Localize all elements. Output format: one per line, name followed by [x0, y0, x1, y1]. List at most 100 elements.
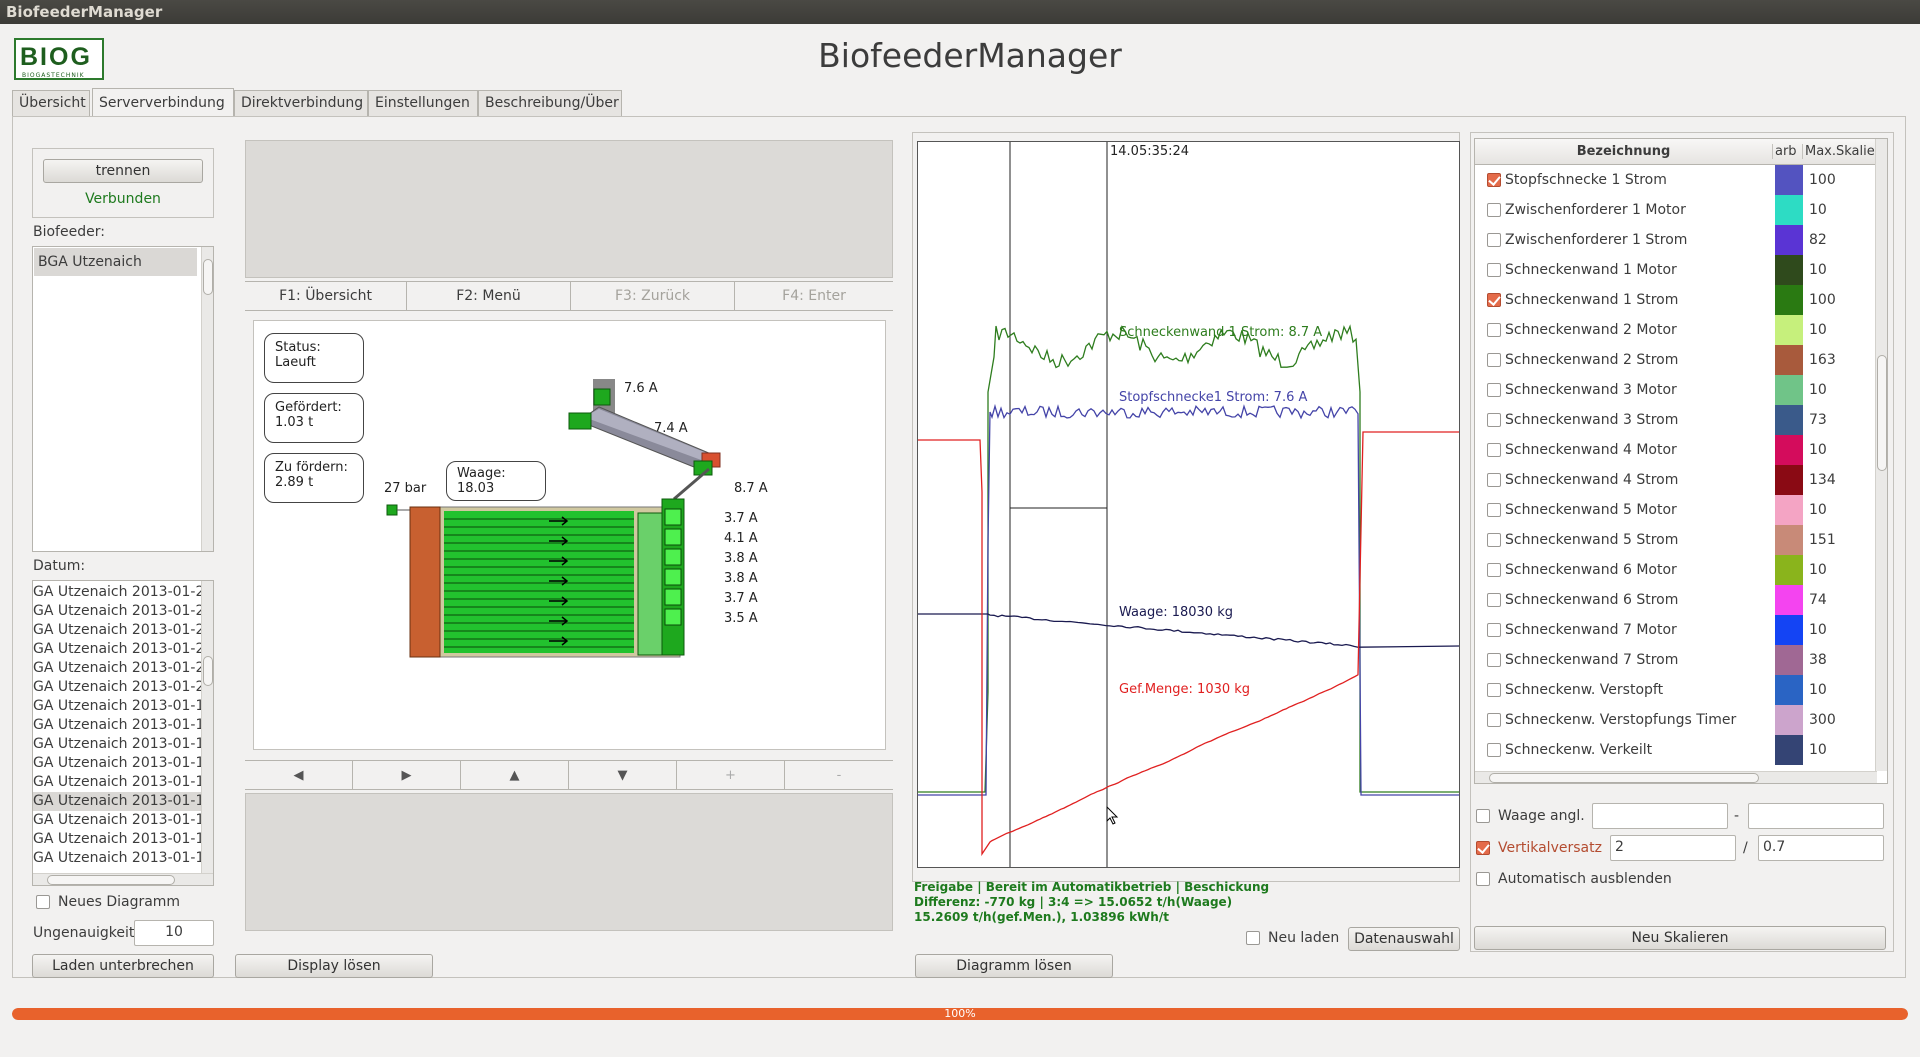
series-color-swatch[interactable]: [1775, 495, 1803, 525]
series-max-scale[interactable]: 10: [1809, 502, 1827, 518]
series-checkbox[interactable]: [1487, 413, 1501, 427]
series-max-scale[interactable]: 10: [1809, 262, 1827, 278]
series-checkbox[interactable]: [1487, 683, 1501, 697]
date-list-item[interactable]: GA Utzenaich 2013-01-15: [33, 773, 201, 792]
release-chart-button[interactable]: Diagramm lösen: [915, 954, 1113, 978]
tab-beschreibung[interactable]: Beschreibung/Über: [478, 90, 622, 116]
rescale-button[interactable]: Neu Skalieren: [1474, 926, 1886, 950]
legend-row[interactable]: Zwischenforderer 1 Strom 82: [1475, 225, 1875, 255]
series-color-swatch[interactable]: [1775, 375, 1803, 405]
legend-row[interactable]: Schneckenwand 6 Strom 74: [1475, 585, 1875, 615]
series-color-swatch[interactable]: [1775, 465, 1803, 495]
series-max-scale[interactable]: 10: [1809, 382, 1827, 398]
date-hscrollbar[interactable]: [33, 873, 213, 885]
legend-row[interactable]: Schneckenwand 3 Motor 10: [1475, 375, 1875, 405]
vertical-offset-input[interactable]: 2: [1610, 835, 1736, 861]
legend-row[interactable]: Schneckenwand 1 Motor 10: [1475, 255, 1875, 285]
legend-row[interactable]: Schneckenwand 2 Motor 10: [1475, 315, 1875, 345]
legend-row[interactable]: Schneckenwand 3 Strom 73: [1475, 405, 1875, 435]
biofeeder-scrollbar[interactable]: [201, 247, 213, 551]
date-list-item[interactable]: GA Utzenaich 2013-01-16: [33, 754, 201, 773]
vertical-offset-checkbox[interactable]: [1476, 841, 1490, 855]
f1-overview-button[interactable]: F1: Übersicht: [245, 282, 407, 311]
series-max-scale[interactable]: 38: [1809, 652, 1827, 668]
series-max-scale[interactable]: 10: [1809, 682, 1827, 698]
series-color-swatch[interactable]: [1775, 255, 1803, 285]
series-checkbox[interactable]: [1487, 263, 1501, 277]
date-list-item[interactable]: GA Utzenaich 2013-01-21: [33, 659, 201, 678]
date-scrollbar[interactable]: [201, 581, 213, 873]
nav-plus-button[interactable]: +: [677, 761, 785, 790]
legend-row[interactable]: Schneckenwand 4 Motor 10: [1475, 435, 1875, 465]
series-max-scale[interactable]: 134: [1809, 472, 1836, 488]
series-max-scale[interactable]: 10: [1809, 562, 1827, 578]
header-max-scale[interactable]: Max.Skalie: [1805, 144, 1875, 159]
scale-angle-to-input[interactable]: [1748, 803, 1884, 829]
new-diagram-checkbox[interactable]: [36, 895, 50, 909]
series-color-swatch[interactable]: [1775, 435, 1803, 465]
legend-row[interactable]: Schneckenwand 7 Strom 38: [1475, 645, 1875, 675]
chart-area[interactable]: 14.05:35:24 Schneckenwand 1 Strom: 8.7 A…: [917, 141, 1460, 868]
tab-serververbindung[interactable]: Serververbindung: [92, 88, 234, 116]
series-color-swatch[interactable]: [1775, 735, 1803, 765]
series-checkbox[interactable]: [1487, 383, 1501, 397]
f3-back-button[interactable]: F3: Zurück: [571, 282, 735, 311]
series-checkbox[interactable]: [1487, 713, 1501, 727]
date-list-item[interactable]: GA Utzenaich 2013-01-24: [33, 602, 201, 621]
date-list-item[interactable]: GA Utzenaich 2013-01-14: [33, 792, 201, 811]
series-checkbox[interactable]: [1487, 233, 1501, 247]
legend-row[interactable]: Schneckenwand 5 Strom 151: [1475, 525, 1875, 555]
scroll-thumb[interactable]: [1489, 773, 1759, 783]
series-color-swatch[interactable]: [1775, 315, 1803, 345]
legend-table[interactable]: Bezeichnung arb Max.Skalie Stopfschnecke…: [1474, 138, 1888, 784]
series-max-scale[interactable]: 74: [1809, 592, 1827, 608]
inaccuracy-input[interactable]: 10: [134, 920, 214, 946]
legend-row[interactable]: Stopfschnecke 1 Strom 100: [1475, 165, 1875, 195]
series-max-scale[interactable]: 10: [1809, 322, 1827, 338]
tab-einstellungen[interactable]: Einstellungen: [368, 90, 478, 116]
legend-row[interactable]: Schneckenw. Verkeilt 10: [1475, 735, 1875, 765]
date-list-item[interactable]: GA Utzenaich 2013-01-17: [33, 735, 201, 754]
date-list-item[interactable]: GA Utzenaich 2013-01-22: [33, 640, 201, 659]
data-select-button[interactable]: Datenauswahl: [1348, 927, 1460, 951]
series-color-swatch[interactable]: [1775, 675, 1803, 705]
series-color-swatch[interactable]: [1775, 525, 1803, 555]
nav-up-button[interactable]: ▲: [461, 761, 569, 790]
scroll-thumb[interactable]: [203, 656, 213, 686]
series-max-scale[interactable]: 73: [1809, 412, 1827, 428]
biofeeder-item[interactable]: BGA Utzenaich: [34, 248, 197, 276]
series-checkbox[interactable]: [1487, 623, 1501, 637]
date-list-item[interactable]: GA Utzenaich 2013-01-25: [33, 583, 201, 602]
series-checkbox[interactable]: [1487, 203, 1501, 217]
series-checkbox[interactable]: [1487, 323, 1501, 337]
nav-minus-button[interactable]: -: [785, 761, 893, 790]
date-list-item[interactable]: GA Utzenaich 2013-01-23: [33, 621, 201, 640]
legend-row[interactable]: Schneckenwand 4 Strom 134: [1475, 465, 1875, 495]
series-color-swatch[interactable]: [1775, 165, 1803, 195]
date-list-item[interactable]: GA Utzenaich 2013-01-11: [33, 849, 201, 868]
series-checkbox[interactable]: [1487, 173, 1501, 187]
series-checkbox[interactable]: [1487, 293, 1501, 307]
date-list-item[interactable]: GA Utzenaich 2013-01-20: [33, 678, 201, 697]
series-checkbox[interactable]: [1487, 503, 1501, 517]
release-display-button[interactable]: Display lösen: [235, 954, 433, 978]
f4-enter-button[interactable]: F4: Enter: [735, 282, 893, 311]
date-list-item[interactable]: GA Utzenaich 2013-01-12: [33, 830, 201, 849]
legend-row[interactable]: Schneckenw. Verstopft 10: [1475, 675, 1875, 705]
scroll-thumb[interactable]: [47, 875, 175, 885]
header-color[interactable]: arb: [1775, 144, 1803, 159]
date-list-item[interactable]: GA Utzenaich 2013-01-13: [33, 811, 201, 830]
series-color-swatch[interactable]: [1775, 225, 1803, 255]
series-max-scale[interactable]: 10: [1809, 742, 1827, 758]
disconnect-button[interactable]: trennen: [43, 159, 203, 183]
legend-row[interactable]: Schneckenw. Verstopfungs Timer 300: [1475, 705, 1875, 735]
series-checkbox[interactable]: [1487, 443, 1501, 457]
nav-left-button[interactable]: ◀: [245, 761, 353, 790]
series-color-swatch[interactable]: [1775, 705, 1803, 735]
series-max-scale[interactable]: 10: [1809, 442, 1827, 458]
series-max-scale[interactable]: 10: [1809, 202, 1827, 218]
legend-row[interactable]: Schneckenwand 7 Motor 10: [1475, 615, 1875, 645]
stop-loading-button[interactable]: Laden unterbrechen: [32, 954, 214, 978]
legend-row[interactable]: Schneckenwand 5 Motor 10: [1475, 495, 1875, 525]
series-max-scale[interactable]: 10: [1809, 622, 1827, 638]
